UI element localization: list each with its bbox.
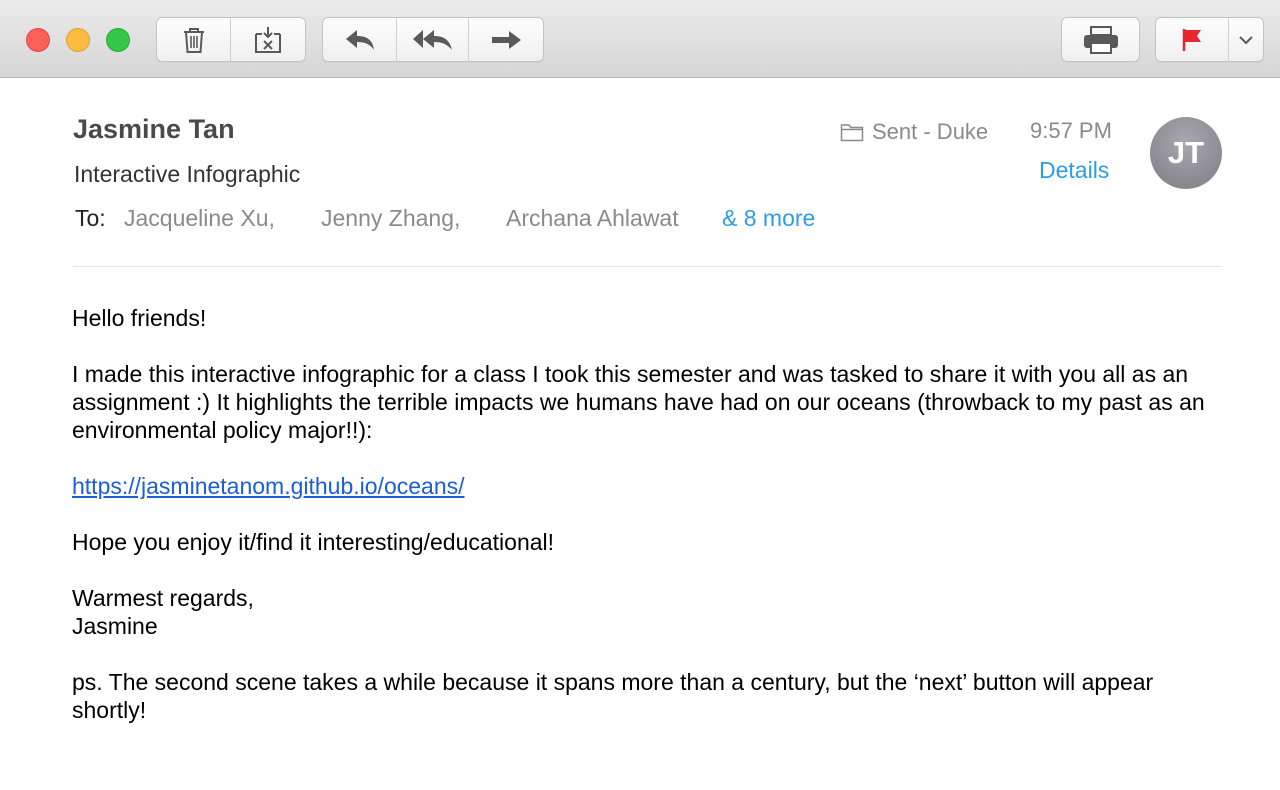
sent-time: 9:57 PM [1030,118,1112,143]
reply-group [322,17,544,62]
flag-group [1155,17,1264,62]
recipient-3[interactable]: Archana Ahlawat [506,205,679,232]
folder-icon [840,124,864,142]
signature: Jasmine [72,613,158,639]
body-paragraph: I made this interactive infographic for … [72,361,1205,443]
delete-button[interactable] [157,18,231,61]
recipient-2[interactable]: Jenny Zhang, [321,205,460,232]
flag-icon [1182,28,1201,51]
avatar: JT [1150,117,1222,189]
flag-menu-button[interactable] [1229,18,1263,61]
mailbox-indicator: Sent - Duke [840,118,988,146]
reply-icon [345,29,374,50]
reply-all-button[interactable] [397,18,469,61]
reply-all-icon [412,29,452,50]
print-button[interactable] [1062,18,1139,61]
close-window-button[interactable] [26,28,50,52]
to-label: To: [75,205,106,231]
flag-button[interactable] [1156,18,1229,61]
forward-icon [491,30,521,49]
more-recipients-link[interactable]: & 8 more [722,205,815,232]
subject-line: Interactive Infographic [74,161,301,187]
recipient-1[interactable]: Jacqueline Xu, [124,205,275,232]
signoff: Warmest regards, [72,585,254,611]
sender-name[interactable]: Jasmine Tan [73,114,235,145]
details-link[interactable]: Details [1039,157,1109,184]
delete-junk-group [156,17,306,62]
junk-icon [255,26,281,53]
header-divider [73,266,1222,267]
zoom-window-button[interactable] [106,28,130,52]
greeting: Hello friends! [72,305,207,331]
body-paragraph: Hope you enjoy it/find it interesting/ed… [72,529,555,555]
toolbar [0,0,1280,78]
mailbox-label: Sent - Duke [872,119,989,144]
print-group [1061,17,1140,62]
minimize-window-button[interactable] [66,28,90,52]
forward-button[interactable] [469,18,543,61]
trash-icon [183,27,204,53]
message-body: Hello friends! I made this interactive i… [72,304,1232,752]
reply-button[interactable] [323,18,398,61]
infographic-link[interactable]: https://jasminetanom.github.io/oceans/ [72,473,465,499]
print-icon [1083,25,1118,54]
postscript: ps. The second scene takes a while becau… [72,669,1154,723]
junk-button[interactable] [231,18,305,61]
chevron-down-icon [1239,35,1253,44]
